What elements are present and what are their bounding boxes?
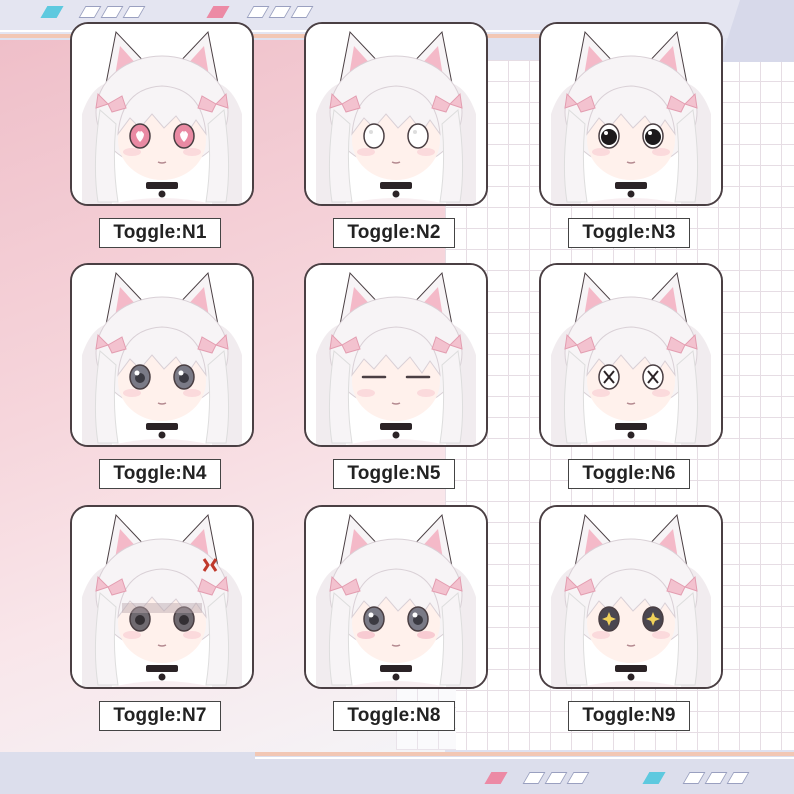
- character-portrait: [541, 507, 721, 687]
- toggle-label: Toggle:N8: [333, 701, 455, 731]
- character-portrait: [72, 265, 252, 445]
- toggle-card-n2[interactable]: Toggle:N2: [302, 22, 490, 248]
- toggle-card-n7[interactable]: Toggle:N7: [68, 505, 256, 731]
- avatar-preview: [70, 505, 254, 689]
- toggle-card-n5[interactable]: Toggle:N5: [302, 263, 490, 489]
- avatar-preview: [70, 263, 254, 447]
- character-portrait: [306, 265, 486, 445]
- avatar-preview: [304, 263, 488, 447]
- avatar-preview: [539, 263, 723, 447]
- toggle-label: Toggle:N5: [333, 459, 455, 489]
- footer-accent-line-white: [255, 757, 794, 759]
- toggle-card-n4[interactable]: Toggle:N4: [68, 263, 256, 489]
- toggle-card-n9[interactable]: Toggle:N9: [537, 505, 725, 731]
- toggle-label: Toggle:N9: [568, 701, 690, 731]
- toggle-label: Toggle:N1: [99, 218, 221, 248]
- toggle-card-n6[interactable]: Toggle:N6: [537, 263, 725, 489]
- toggle-label: Toggle:N3: [568, 218, 690, 248]
- toggle-label: Toggle:N7: [99, 701, 221, 731]
- toggle-label: Toggle:N2: [333, 218, 455, 248]
- character-portrait: [541, 24, 721, 204]
- character-portrait: [541, 265, 721, 445]
- avatar-preview: [539, 505, 723, 689]
- footer-accent-line: [255, 752, 794, 756]
- avatar-preview: [304, 22, 488, 206]
- character-portrait: [306, 507, 486, 687]
- toggle-card-n1[interactable]: Toggle:N1: [68, 22, 256, 248]
- character-portrait: [72, 507, 252, 687]
- character-portrait: [72, 24, 252, 204]
- toggle-card-n3[interactable]: Toggle:N3: [537, 22, 725, 248]
- avatar-preview: [70, 22, 254, 206]
- toggle-label: Toggle:N6: [568, 459, 690, 489]
- toggle-card-n8[interactable]: Toggle:N8: [302, 505, 490, 731]
- toggle-label: Toggle:N4: [99, 459, 221, 489]
- avatar-preview: [539, 22, 723, 206]
- avatar-preview: [304, 505, 488, 689]
- character-portrait: [306, 24, 486, 204]
